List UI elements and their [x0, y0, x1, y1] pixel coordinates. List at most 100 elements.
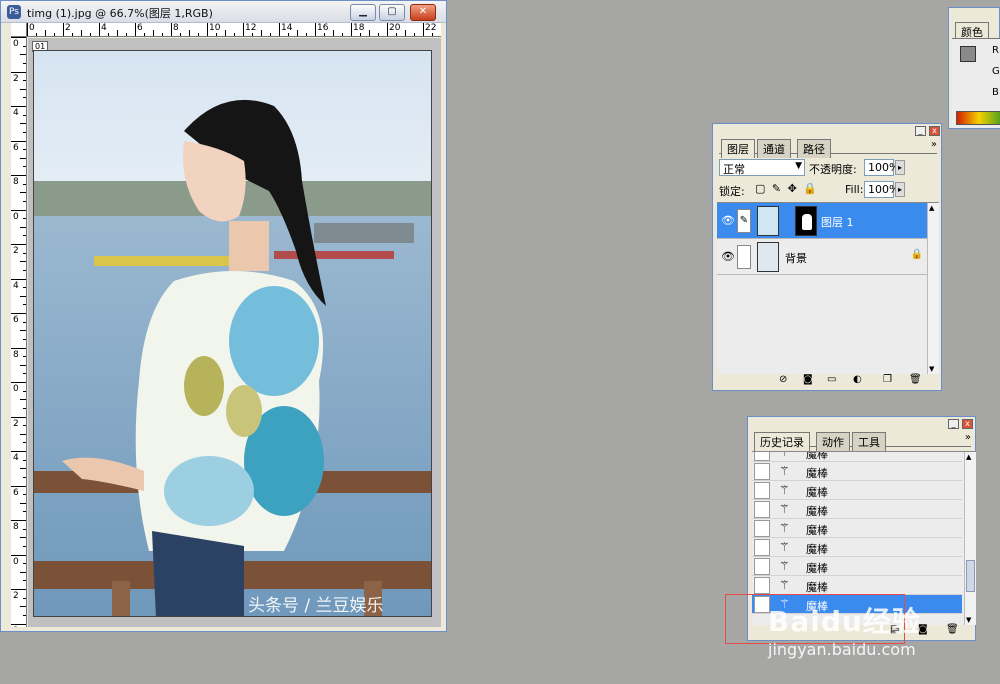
- ruler-minor-tick: [378, 33, 379, 36]
- document-titlebar[interactable]: Ps timg (1).jpg @ 66.7%(图层 1,RGB) ▁ ▢ ✕: [1, 1, 446, 23]
- panel-close-button[interactable]: x: [962, 419, 973, 429]
- ruler-number: 2: [13, 591, 19, 601]
- history-item[interactable]: ⚚ 魔棒: [752, 451, 962, 462]
- history-item[interactable]: ⚚ 魔棒: [752, 557, 962, 576]
- trash-icon[interactable]: 🗑: [946, 624, 959, 635]
- history-item[interactable]: ⚚ 魔棒: [752, 576, 962, 595]
- layer-row-layer1[interactable]: 👁 ✎ 图层 1: [717, 203, 927, 239]
- history-item[interactable]: ⚚ 魔棒: [752, 538, 962, 557]
- ruler-minor-tick: [234, 33, 235, 36]
- magic-wand-icon: ⚚: [779, 464, 790, 478]
- history-item-label: 魔棒: [806, 581, 828, 594]
- layer-mask-thumbnail[interactable]: [795, 206, 817, 236]
- document-window[interactable]: Ps timg (1).jpg @ 66.7%(图层 1,RGB) ▁ ▢ ✕ …: [0, 0, 447, 632]
- ruler-minor-tick: [360, 33, 361, 36]
- ruler-number: 16: [317, 23, 329, 33]
- history-snapshot-box[interactable]: [754, 558, 770, 575]
- history-item[interactable]: ⚚ 魔棒: [752, 462, 962, 481]
- ruler-minor-tick: [20, 364, 26, 366]
- ruler-minor-tick: [23, 269, 26, 271]
- opacity-stepper[interactable]: ▸: [895, 160, 905, 175]
- panel-minimize-button[interactable]: _: [915, 126, 926, 136]
- minimize-button[interactable]: ▁: [350, 4, 376, 21]
- tab-history[interactable]: 历史记录: [754, 432, 810, 451]
- layer-thumbnail[interactable]: [757, 242, 779, 272]
- history-item[interactable]: ⚚ 魔棒: [752, 500, 962, 519]
- history-snapshot-box[interactable]: [754, 482, 770, 499]
- history-snapshot-box[interactable]: [754, 577, 770, 594]
- opacity-input[interactable]: 100%: [864, 159, 899, 176]
- lock-transparent-icon[interactable]: ▢: [755, 182, 765, 195]
- ruler-minor-tick: [23, 97, 26, 99]
- adjustment-layer-icon[interactable]: ◐: [853, 374, 862, 385]
- new-layer-icon[interactable]: ❐: [883, 374, 892, 385]
- lock-move-icon[interactable]: ✥: [788, 182, 797, 195]
- tab-tools[interactable]: 工具: [852, 432, 886, 451]
- layer-scrollbar[interactable]: ▲ ▼: [927, 203, 939, 374]
- tab-paths[interactable]: 路径: [797, 139, 831, 158]
- ruler-tick: [387, 23, 388, 36]
- ruler-minor-tick: [20, 192, 26, 194]
- history-snapshot-box[interactable]: [754, 452, 770, 461]
- add-mask-icon[interactable]: ◙: [803, 374, 813, 385]
- panel-menu-icon[interactable]: »: [931, 139, 937, 150]
- layers-panel[interactable]: _ x 图层 通道 路径 » 正常 ▼ 不透明度: 100% ▸ 锁定: ▢ ✎…: [712, 123, 942, 391]
- ruler-tick: [11, 209, 26, 211]
- tab-actions[interactable]: 动作: [816, 432, 850, 451]
- close-button[interactable]: ✕: [410, 4, 436, 21]
- fill-stepper[interactable]: ▸: [895, 182, 905, 197]
- foreground-color-swatch[interactable]: [960, 46, 976, 62]
- panel-menu-icon[interactable]: »: [965, 432, 971, 443]
- scroll-down-icon[interactable]: ▼: [929, 365, 934, 373]
- history-scrollbar[interactable]: ▲ ▼: [964, 452, 976, 625]
- trash-icon[interactable]: 🗑: [909, 374, 922, 385]
- layer-list[interactable]: 👁 ✎ 图层 1 👁 背景 🔒 ▲ ▼: [717, 202, 939, 374]
- blend-mode-select[interactable]: 正常 ▼: [719, 159, 805, 176]
- scroll-thumb[interactable]: [966, 560, 975, 592]
- history-item[interactable]: ⚚ 魔棒: [752, 481, 962, 500]
- new-group-icon[interactable]: ▭: [827, 374, 836, 385]
- history-snapshot-box[interactable]: [754, 539, 770, 556]
- history-item[interactable]: ⚚ 魔棒: [752, 519, 962, 538]
- canvas-area[interactable]: 01 头条号 / 兰豆娱乐: [28, 38, 441, 627]
- layer-row-background[interactable]: 👁 背景 🔒: [717, 239, 927, 275]
- ruler-corner[interactable]: [11, 23, 27, 37]
- photo-watermark: 头条号 / 兰豆娱乐: [248, 596, 384, 616]
- scroll-up-icon[interactable]: ▲: [929, 204, 934, 212]
- ruler-minor-tick: [153, 30, 154, 36]
- ruler-minor-tick: [198, 33, 199, 36]
- tab-channels[interactable]: 通道: [757, 139, 791, 158]
- ruler-tick: [27, 23, 28, 36]
- visibility-eye-icon[interactable]: 👁: [721, 214, 735, 227]
- tab-layers[interactable]: 图层: [721, 139, 755, 158]
- scroll-down-icon[interactable]: ▼: [966, 616, 971, 624]
- panel-close-button[interactable]: x: [929, 126, 940, 136]
- history-snapshot-box[interactable]: [754, 501, 770, 518]
- layer-style-icon[interactable]: ⊘: [779, 374, 787, 385]
- history-snapshot-box[interactable]: [754, 520, 770, 537]
- horizontal-ruler[interactable]: 0 2 4 6 8 10 12 14 16 18 20 22: [27, 23, 441, 37]
- ruler-minor-tick: [23, 356, 26, 358]
- history-item-label: 魔棒: [806, 451, 828, 461]
- history-snapshot-box[interactable]: [754, 463, 770, 480]
- lock-all-icon[interactable]: 🔒: [803, 182, 817, 195]
- ruler-minor-tick: [23, 563, 26, 565]
- visibility-eye-icon[interactable]: 👁: [721, 250, 735, 263]
- photo-canvas[interactable]: 头条号 / 兰豆娱乐: [33, 50, 432, 617]
- ruler-minor-tick: [23, 338, 26, 340]
- ruler-tick: [11, 589, 26, 590]
- vertical-ruler[interactable]: 0 2 4 6 8 0 2 4 6 8 0 2 4 6 8 0 2 3: [11, 37, 27, 627]
- scroll-up-icon[interactable]: ▲: [966, 453, 971, 461]
- layer-brush-icon[interactable]: ✎: [737, 209, 751, 233]
- fill-input[interactable]: 100%: [864, 181, 899, 198]
- color-ramp[interactable]: [956, 111, 1000, 125]
- panel-minimize-button[interactable]: _: [948, 419, 959, 429]
- magic-wand-icon: ⚚: [779, 578, 790, 592]
- maximize-button[interactable]: ▢: [379, 4, 405, 21]
- ruler-minor-tick: [261, 30, 262, 36]
- layer-thumbnail[interactable]: [757, 206, 779, 236]
- color-panel[interactable]: 颜色 R G B: [948, 7, 1000, 129]
- layer-link-box[interactable]: [737, 245, 751, 269]
- ruler-number: 4: [13, 453, 19, 463]
- lock-paint-icon[interactable]: ✎: [772, 182, 781, 195]
